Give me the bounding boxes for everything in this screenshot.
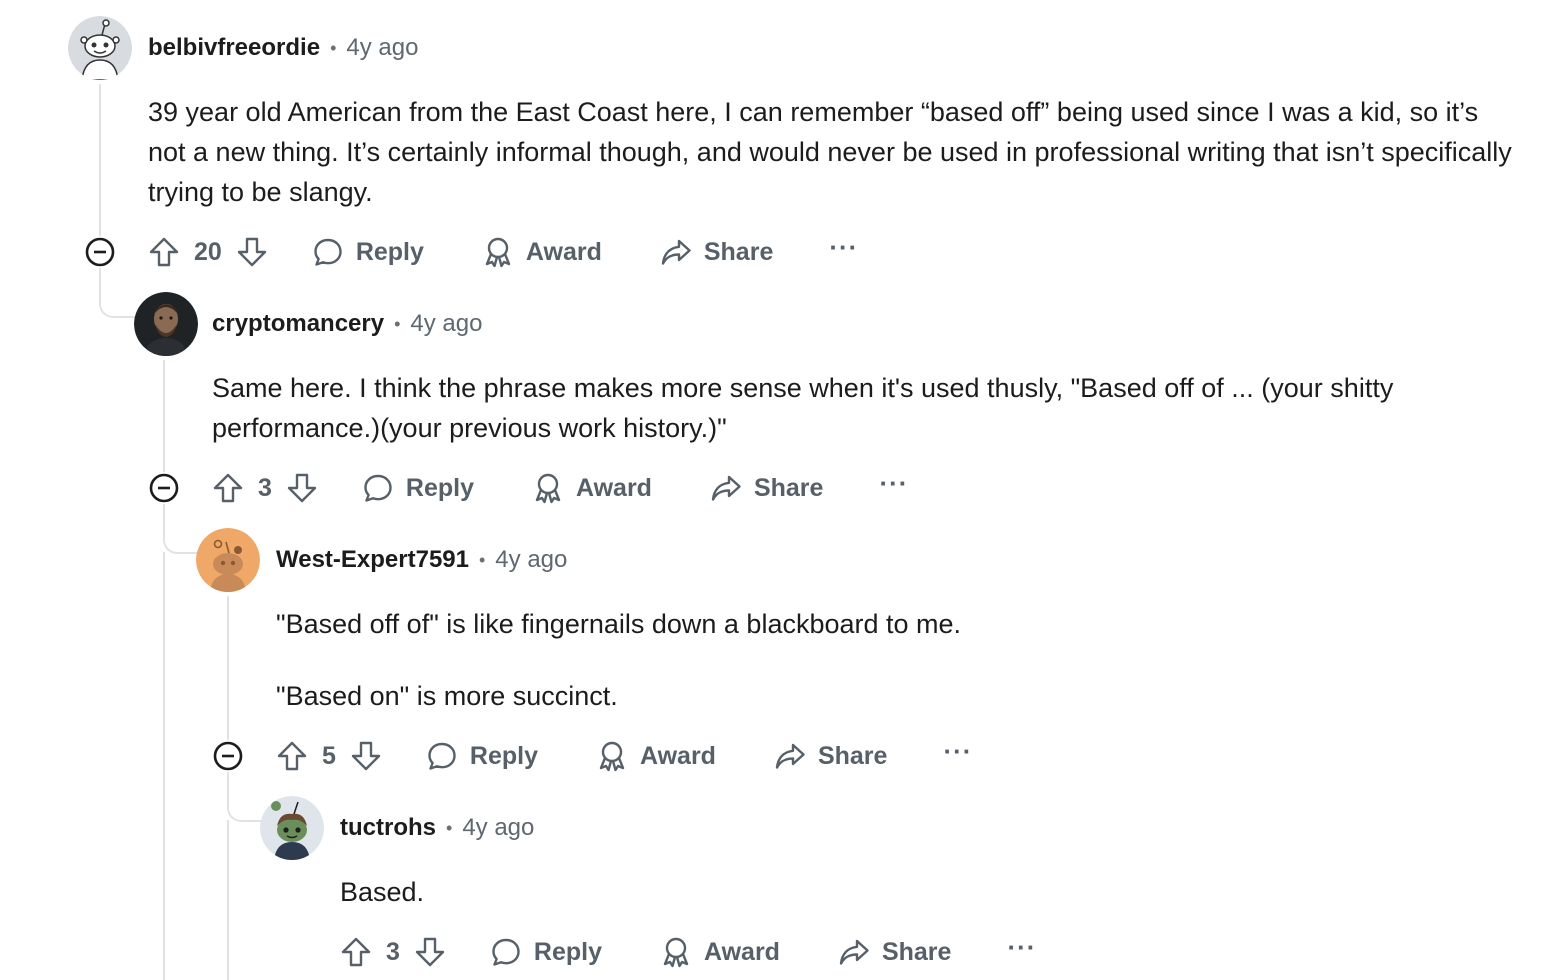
comment-paragraph: Based. [340, 877, 425, 907]
share-button[interactable]: Share [660, 236, 773, 268]
more-options-button[interactable]: ··· [1007, 934, 1036, 970]
thread-line [227, 596, 229, 740]
share-label: Share [703, 237, 774, 266]
comment-paragraph: "Based off of" is like fingernails down … [276, 609, 962, 639]
upvote-icon[interactable] [276, 740, 308, 772]
more-options-button[interactable]: ··· [943, 738, 972, 774]
award-icon [599, 741, 625, 772]
share-icon [839, 939, 869, 965]
reply-button[interactable]: Reply [490, 936, 602, 968]
vote-control: 3 [212, 472, 318, 504]
reply-label: Reply [355, 237, 424, 266]
upvote-icon[interactable] [148, 236, 180, 268]
meta-separator: • [446, 817, 453, 838]
meta-separator: • [478, 549, 486, 570]
award-button[interactable]: Award [532, 472, 652, 504]
collapse-icon[interactable] [213, 741, 243, 771]
vote-score: 5 [322, 741, 336, 770]
comment-bubble-icon [428, 742, 456, 770]
award-button[interactable]: Award [660, 936, 780, 968]
vote-control: 20 [148, 236, 268, 268]
timestamp[interactable]: 4y ago [346, 34, 418, 62]
comment-paragraph: "Based on" is more succinct. [276, 681, 618, 711]
timestamp[interactable]: 4y ago [462, 814, 534, 842]
comment-paragraph: Same here. I think the phrase makes more… [212, 373, 1394, 443]
share-icon [711, 475, 741, 501]
reply-button[interactable]: Reply [362, 472, 474, 504]
username[interactable]: tuctrohs [340, 814, 436, 842]
comment-bubble-icon [314, 238, 342, 266]
comment-body: Based. [340, 872, 1520, 912]
share-label: Share [881, 937, 952, 966]
award-button[interactable]: Award [482, 236, 602, 268]
user-avatar[interactable] [134, 292, 198, 356]
more-options-button[interactable]: ··· [829, 234, 858, 270]
comment-bubble-icon [364, 474, 392, 502]
comment-bubble-icon [492, 938, 520, 966]
vote-control: 5 [276, 740, 382, 772]
timestamp[interactable]: 4y ago [495, 546, 567, 574]
share-button[interactable]: Share [774, 740, 887, 772]
share-label: Share [817, 741, 888, 770]
share-icon [661, 239, 691, 265]
share-button[interactable]: Share [710, 472, 823, 504]
award-label: Award [640, 741, 716, 770]
downvote-icon[interactable] [414, 936, 446, 968]
timestamp[interactable]: 4y ago [410, 310, 482, 338]
comment-actions: 3 Reply Award Share ··· [212, 468, 908, 508]
share-icon [775, 743, 805, 769]
user-avatar[interactable] [196, 528, 260, 592]
vote-control: 3 [340, 936, 446, 968]
meta-separator: • [330, 37, 337, 58]
meta-separator: • [394, 313, 401, 334]
award-label: Award [704, 937, 780, 966]
reply-button[interactable]: Reply [426, 740, 538, 772]
award-button[interactable]: Award [596, 740, 716, 772]
share-button[interactable]: Share [838, 936, 951, 968]
username[interactable]: West-Expert7591 [276, 546, 469, 574]
upvote-icon[interactable] [340, 936, 372, 968]
username[interactable]: cryptomancery [212, 310, 384, 338]
award-icon [663, 937, 689, 968]
collapse-icon[interactable] [85, 237, 115, 267]
thread-line [227, 772, 263, 822]
username[interactable]: belbivfreeordie [148, 34, 320, 62]
more-options-button[interactable]: ··· [879, 470, 908, 506]
thread-line [99, 84, 101, 236]
reply-label: Reply [469, 741, 538, 770]
award-label: Award [525, 237, 602, 266]
downvote-icon[interactable] [286, 472, 318, 504]
user-avatar[interactable] [260, 796, 324, 860]
comment-actions: 5 Reply Award Share ··· [276, 736, 972, 776]
collapse-icon[interactable] [149, 473, 179, 503]
vote-score: 3 [258, 473, 272, 502]
thread-line [163, 504, 199, 554]
upvote-icon[interactable] [212, 472, 244, 504]
user-avatar[interactable] [68, 16, 132, 80]
reply-label: Reply [533, 937, 602, 966]
vote-score: 20 [194, 237, 222, 266]
award-icon [485, 237, 511, 268]
comment-body: "Based off of" is like fingernails down … [276, 604, 1516, 716]
award-icon [535, 473, 561, 504]
downvote-icon[interactable] [236, 236, 268, 268]
reply-button[interactable]: Reply [312, 236, 424, 268]
thread-line [163, 360, 165, 472]
comment-body: Same here. I think the phrase makes more… [212, 368, 1512, 448]
share-label: Share [753, 473, 824, 502]
comment-actions: 20 Reply Award Share ··· [148, 232, 858, 272]
award-label: Award [576, 473, 652, 502]
thread-line [99, 268, 137, 318]
downvote-icon[interactable] [350, 740, 382, 772]
reply-label: Reply [405, 473, 474, 502]
comment-actions: 3 Reply Award Share ··· [340, 932, 1036, 972]
thread-line [163, 552, 165, 980]
vote-score: 3 [386, 937, 400, 966]
comment-paragraph: 39 year old American from the East Coast… [148, 97, 1512, 207]
thread-line [227, 820, 229, 980]
comment-body: 39 year old American from the East Coast… [148, 92, 1518, 212]
